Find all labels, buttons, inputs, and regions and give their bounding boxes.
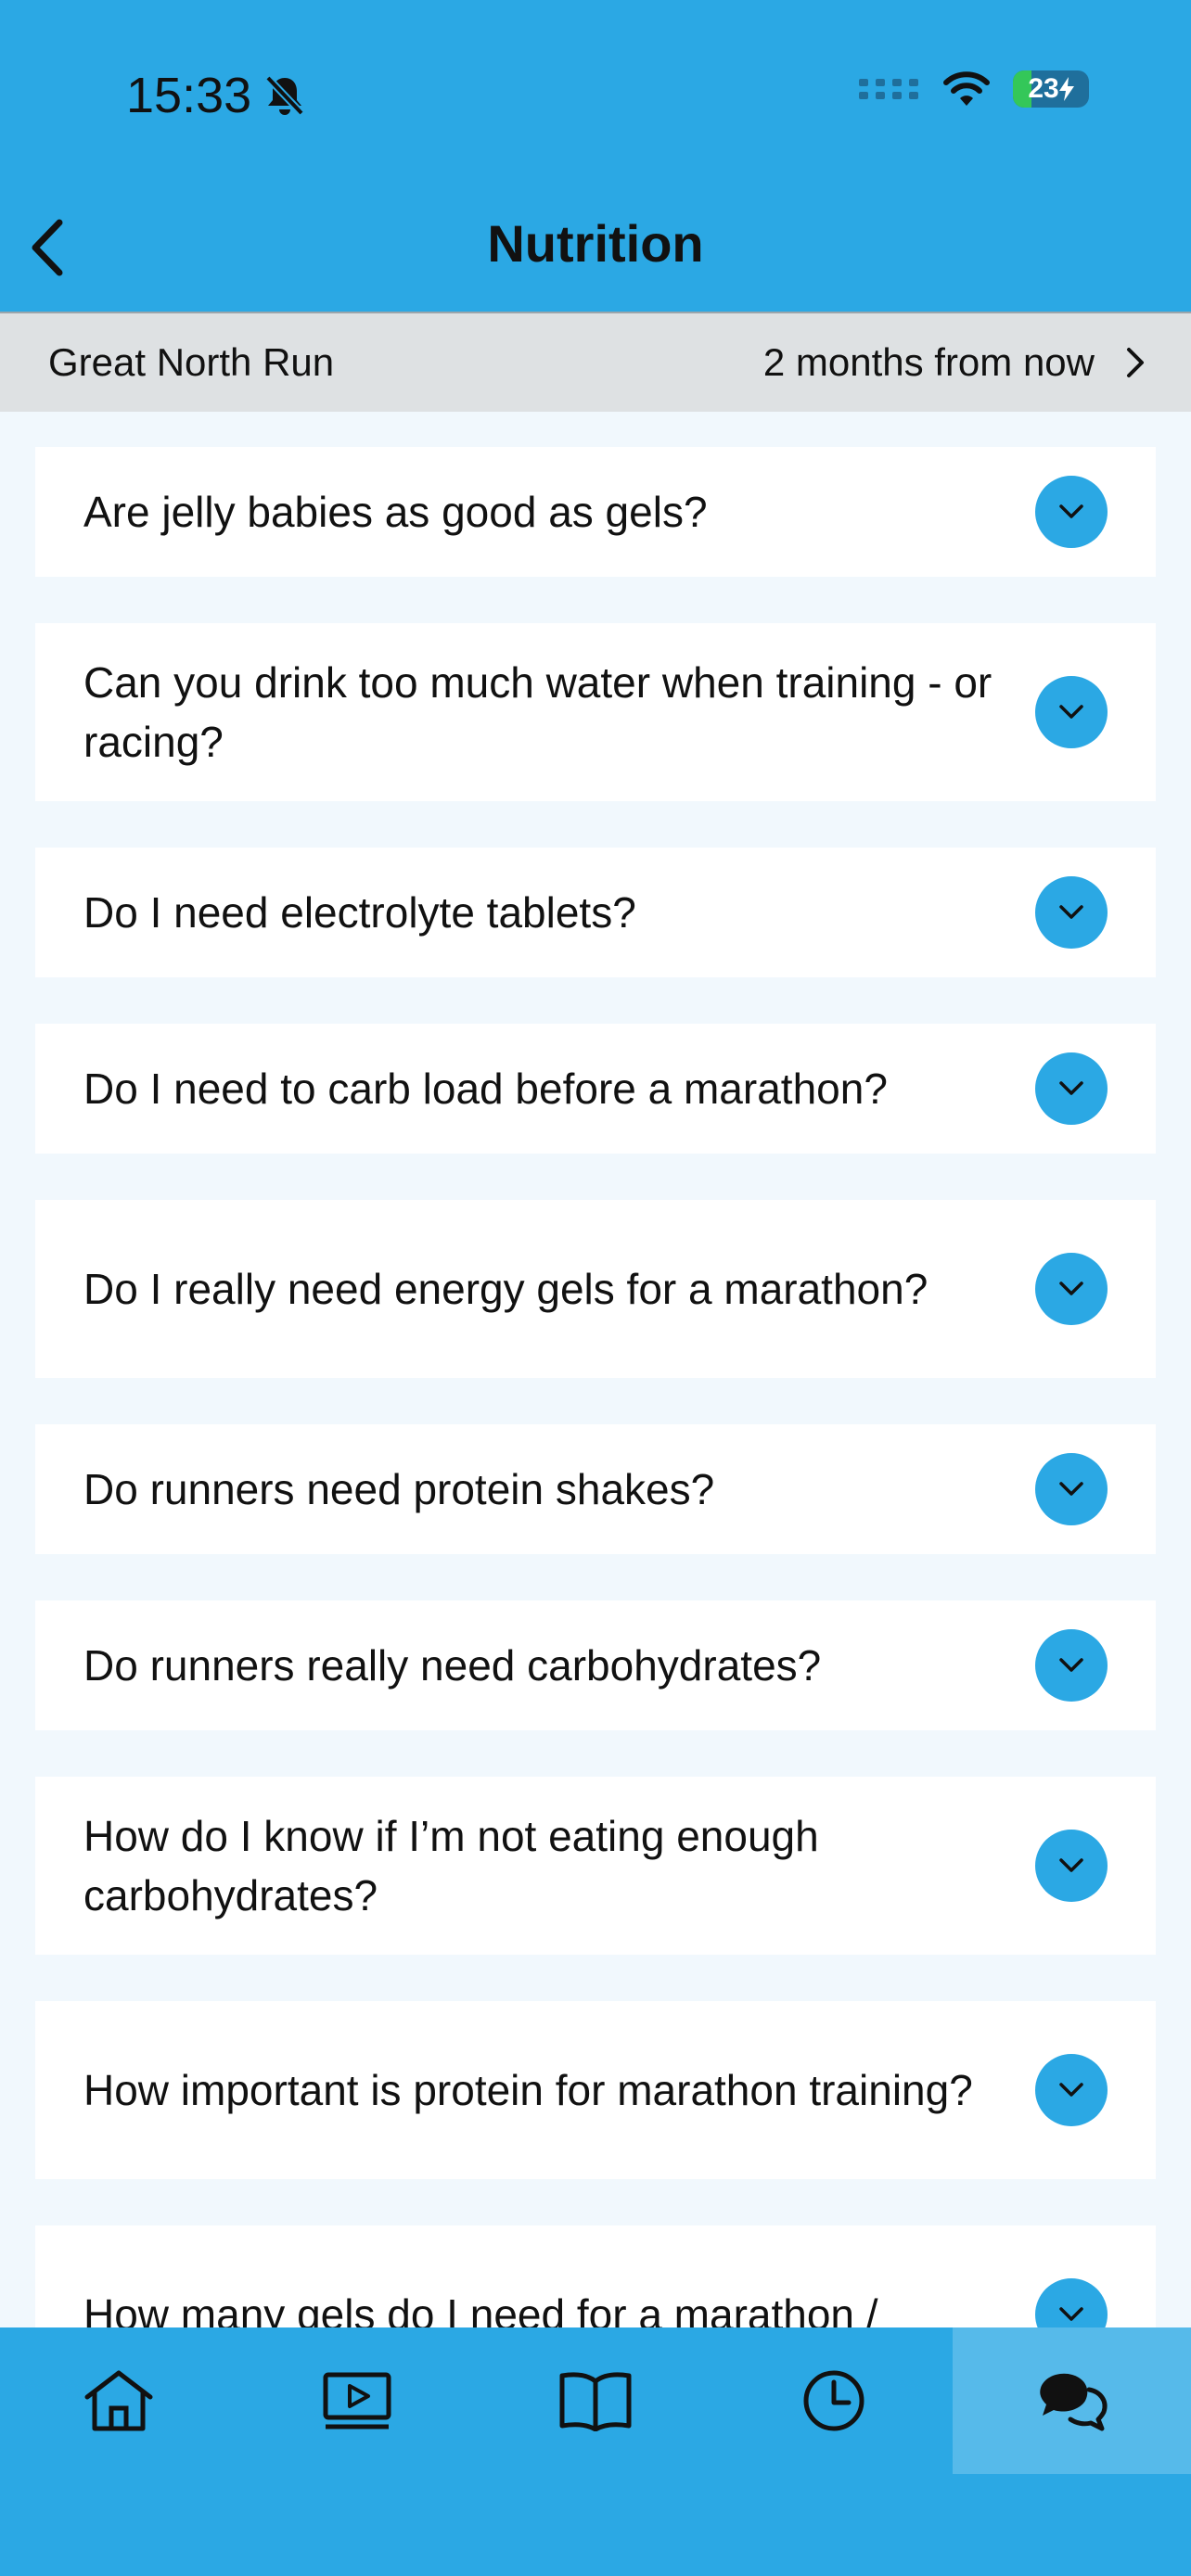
faq-item[interactable]: Do runners need protein shakes? [35, 1424, 1156, 1554]
bottom-tab-bar [0, 2327, 1191, 2576]
faq-item[interactable]: Do I really need energy gels for a marat… [35, 1200, 1156, 1378]
cellular-signal-icon [859, 79, 918, 99]
book-icon [559, 2372, 632, 2431]
tab-history[interactable] [714, 2327, 953, 2474]
faq-question: Do runners really need carbohydrates? [83, 1641, 822, 1690]
clock-icon [803, 2370, 864, 2431]
faq-question: Do I need to carb load before a marathon… [83, 1065, 888, 1113]
faq-question: How do I know if I’m not eating enough c… [83, 1812, 819, 1919]
faq-question: Can you drink too much water when traini… [83, 658, 992, 766]
chevron-down-icon [1059, 1482, 1083, 1496]
chevron-down-icon [1059, 2307, 1083, 2321]
faq-item[interactable]: How important is protein for marathon tr… [35, 2001, 1156, 2179]
app-header: 15:33 23 Nutrition [0, 0, 1191, 312]
event-countdown: 2 months from now [762, 340, 1095, 384]
expand-button[interactable] [1035, 1052, 1108, 1125]
chevron-right-icon [1127, 348, 1144, 377]
event-selector[interactable]: Great North Run 2 months from now [0, 312, 1191, 412]
tab-questions[interactable] [953, 2327, 1191, 2474]
charging-bolt-icon [1058, 77, 1074, 101]
page-title: Nutrition [487, 214, 704, 273]
faq-item[interactable]: Do I need to carb load before a marathon… [35, 1024, 1156, 1154]
faq-question: Do I need electrolyte tablets? [83, 888, 636, 937]
tab-home[interactable] [0, 2327, 238, 2474]
event-name: Great North Run [48, 340, 335, 384]
faq-list: Are jelly babies as good as gels? Can yo… [35, 447, 1156, 2450]
faq-question: How important is protein for marathon tr… [83, 2066, 973, 2114]
chevron-down-icon [1059, 1858, 1083, 1872]
expand-button[interactable] [1035, 1453, 1108, 1525]
video-icon [323, 2372, 391, 2429]
expand-button[interactable] [1035, 476, 1108, 548]
expand-button[interactable] [1035, 1830, 1108, 1902]
expand-button[interactable] [1035, 676, 1108, 748]
battery-level: 23 [1028, 73, 1059, 104]
tab-library[interactable] [477, 2327, 715, 2474]
status-time-text: 15:33 [126, 68, 252, 123]
battery-indicator: 23 [1013, 70, 1089, 108]
chevron-down-icon [1059, 1081, 1083, 1095]
silent-bell-icon [265, 75, 305, 116]
status-bar-indicators: 23 [859, 70, 1089, 108]
status-bar-time: 15:33 [126, 67, 305, 124]
home-icon [84, 2370, 153, 2431]
wifi-icon [943, 71, 990, 106]
chevron-down-icon [1059, 1658, 1083, 1672]
faq-question: Do runners need protein shakes? [83, 1465, 715, 1513]
chat-icon [1039, 2373, 1108, 2431]
tab-videos[interactable] [238, 2327, 477, 2474]
chevron-down-icon [1059, 705, 1083, 719]
chevron-down-icon [1059, 2083, 1083, 2097]
chevron-down-icon [1059, 504, 1083, 518]
faq-item[interactable]: How do I know if I’m not eating enough c… [35, 1777, 1156, 1955]
faq-item[interactable]: Can you drink too much water when traini… [35, 623, 1156, 801]
faq-item[interactable]: Do I need electrolyte tablets? [35, 848, 1156, 977]
expand-button[interactable] [1035, 876, 1108, 949]
expand-button[interactable] [1035, 1629, 1108, 1702]
chevron-down-icon [1059, 1282, 1083, 1295]
faq-question: Do I really need energy gels for a marat… [83, 1265, 928, 1313]
expand-button[interactable] [1035, 1253, 1108, 1325]
faq-question: Are jelly babies as good as gels? [83, 488, 708, 536]
faq-item[interactable]: Do runners really need carbohydrates? [35, 1600, 1156, 1730]
faq-item[interactable]: Are jelly babies as good as gels? [35, 447, 1156, 577]
expand-button[interactable] [1035, 2054, 1108, 2126]
chevron-down-icon [1059, 905, 1083, 919]
